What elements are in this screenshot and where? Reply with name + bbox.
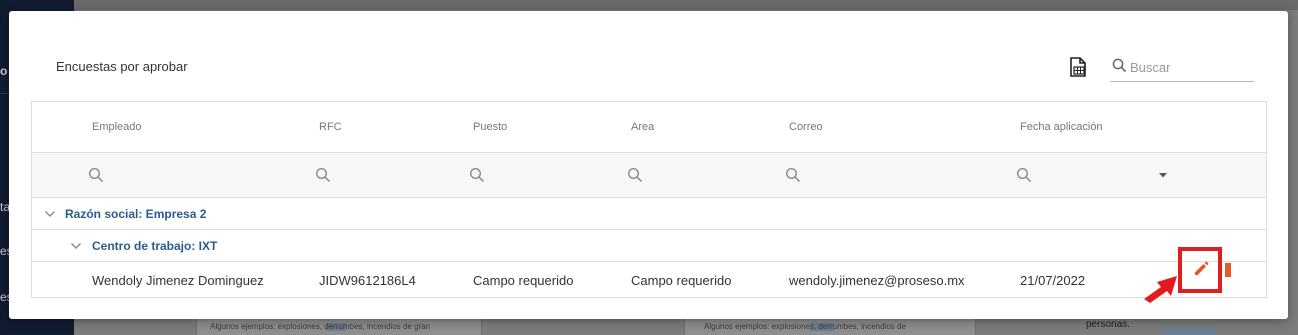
table-row[interactable]: Wendoly Jimenez Dominguez JIDW9612186L4 …	[32, 263, 1266, 298]
grid-filter-row	[32, 153, 1266, 198]
chevron-down-icon[interactable]	[70, 241, 82, 251]
cell-rfc: JIDW9612186L4	[319, 273, 416, 288]
filter-search-icon[interactable]	[1016, 167, 1032, 183]
cell-correo: wendoly.jimenez@proseso.mx	[789, 273, 965, 288]
surveys-grid: Empleado RFC Puesto Area Correo Fecha ap…	[31, 101, 1267, 298]
column-header-empleado[interactable]: Empleado	[92, 121, 142, 133]
group-label: Centro de trabajo: IXT	[92, 239, 218, 253]
background-button	[1162, 327, 1216, 335]
background-doc-text: Algunos ejemplos: explosiones, derrumbes…	[210, 322, 431, 331]
filter-search-icon[interactable]	[627, 167, 643, 183]
column-header-correo[interactable]: Correo	[789, 121, 823, 133]
cell-empleado: Wendoly Jimenez Dominguez	[92, 273, 264, 288]
search-input[interactable]	[1130, 58, 1252, 76]
group-label: Razón social: Empresa 2	[65, 207, 207, 221]
filter-search-icon[interactable]	[315, 167, 331, 183]
filter-search-icon[interactable]	[785, 167, 801, 183]
cell-area: Campo requerido	[631, 273, 732, 288]
background-sidebar-text: o	[0, 64, 8, 78]
group-row-centro-trabajo[interactable]: Centro de trabajo: IXT	[32, 230, 1266, 262]
cell-puesto: Campo requerido	[473, 273, 574, 288]
search-icon	[1112, 58, 1127, 73]
pointer-arrow-icon	[1144, 276, 1177, 303]
search-box	[1110, 54, 1254, 82]
excel-export-icon	[1070, 57, 1086, 77]
modal-title: Encuestas por aprobar	[56, 59, 188, 74]
chevron-down-icon[interactable]	[44, 209, 56, 219]
edit-pencil-icon[interactable]	[1192, 260, 1210, 278]
column-header-area[interactable]: Area	[631, 121, 654, 133]
background-topbar	[74, 0, 1298, 10]
filter-search-icon[interactable]	[88, 167, 104, 183]
grid-header-row: Empleado RFC Puesto Area Correo Fecha ap…	[32, 102, 1266, 153]
filter-search-icon[interactable]	[469, 167, 485, 183]
group-row-razon-social[interactable]: Razón social: Empresa 2	[32, 198, 1266, 230]
column-header-puesto[interactable]: Puesto	[473, 121, 507, 133]
column-header-rfc[interactable]: RFC	[319, 121, 342, 133]
background-doc-text: Algunos ejemplos: explosiones, derrumbes…	[704, 322, 906, 331]
excel-export-button[interactable]	[1066, 55, 1090, 79]
surveys-modal: Encuestas por aprobar Empleado RFC Puest…	[9, 11, 1288, 319]
cell-fecha: 21/07/2022	[1020, 273, 1086, 288]
column-header-fecha[interactable]: Fecha aplicación	[1020, 121, 1103, 133]
caret-down-icon[interactable]	[1157, 169, 1169, 181]
background-doc-text: personas.	[1086, 319, 1130, 330]
delete-icon[interactable]	[1225, 263, 1231, 277]
